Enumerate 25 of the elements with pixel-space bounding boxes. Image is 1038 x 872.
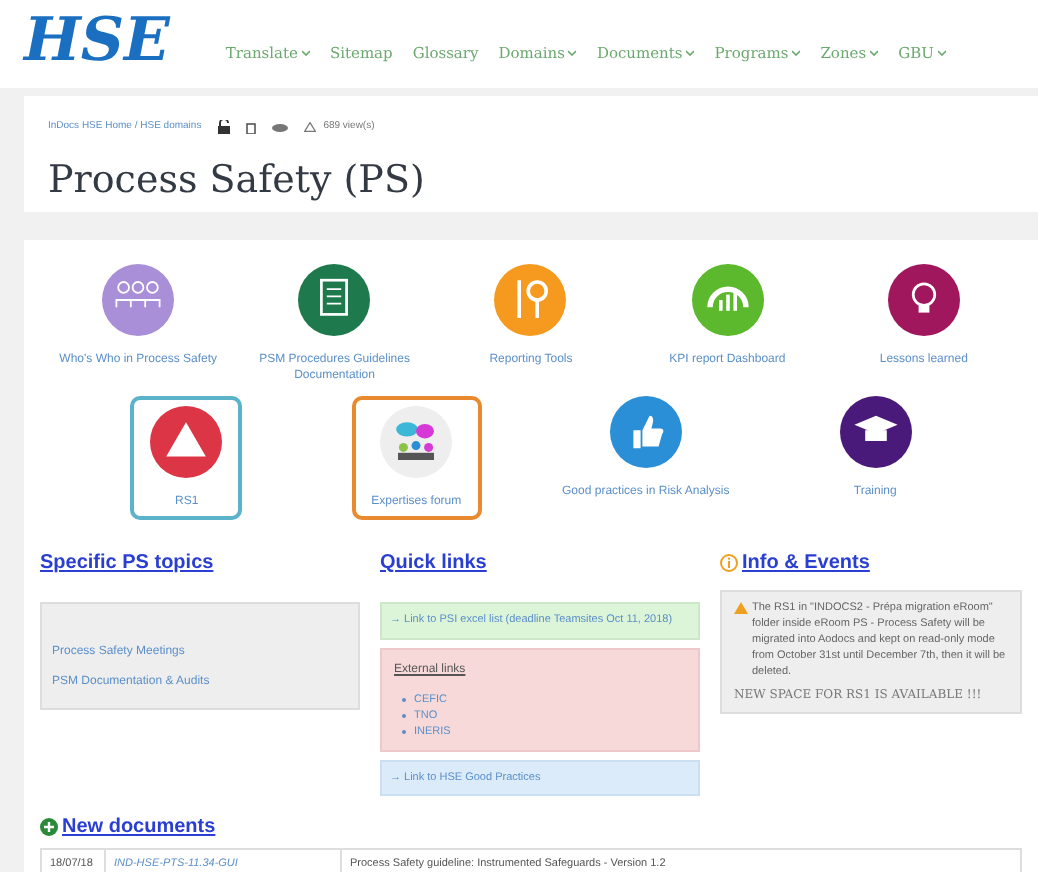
section-heading[interactable]: New documents (62, 812, 216, 843)
gauge-icon[interactable] (691, 264, 764, 336)
caret-icon[interactable] (870, 49, 879, 56)
cap-icon[interactable] (839, 396, 912, 468)
section-heading[interactable]: Info & Events (742, 548, 870, 578)
caret-icon[interactable] (686, 49, 695, 56)
tools-icon[interactable] (494, 264, 567, 336)
thumb-icon[interactable] (609, 396, 682, 468)
plus-icon (40, 818, 58, 837)
caret-icon[interactable] (568, 49, 577, 56)
section-heading[interactable]: Specific PS topics (40, 548, 360, 578)
caret-icon[interactable] (792, 49, 801, 56)
people-icon[interactable] (102, 264, 175, 336)
clipboard-icon[interactable] (298, 264, 371, 336)
site-logo[interactable]: HSE (24, 12, 170, 72)
lock-icon[interactable] (217, 120, 230, 135)
warning-icon (303, 122, 316, 133)
page-title: Process Safety (PS) (48, 155, 427, 205)
caret-icon[interactable] (301, 49, 310, 56)
caret-icon[interactable] (937, 49, 946, 56)
warning-icon (734, 602, 748, 614)
info-icon (720, 554, 738, 572)
forum-icon[interactable] (380, 406, 453, 478)
bulb-icon[interactable] (887, 264, 960, 336)
section-heading[interactable]: Quick links (380, 548, 700, 578)
